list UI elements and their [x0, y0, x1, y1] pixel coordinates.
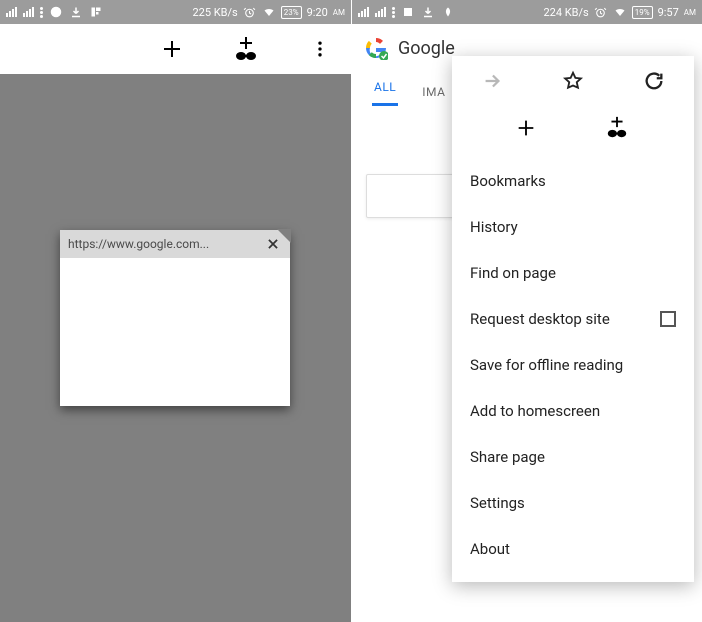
wifi-icon	[262, 5, 276, 19]
tab-images[interactable]: IMA	[422, 85, 445, 99]
signal-icon	[6, 7, 17, 17]
reload-button[interactable]	[640, 67, 668, 95]
signal-icon	[358, 7, 369, 17]
alarm-icon	[243, 5, 257, 19]
download-icon	[421, 5, 435, 19]
more-icon	[40, 7, 43, 18]
google-logo-icon	[364, 36, 388, 60]
menu-save-offline[interactable]: Save for offline reading	[452, 342, 694, 388]
status-bar-left: 225 KB/s 23% 9:20 AM	[0, 0, 351, 24]
overflow-menu-button[interactable]	[303, 39, 337, 59]
page-title: Google	[398, 38, 455, 59]
clock-time: 9:57	[658, 6, 679, 19]
menu-find-on-page[interactable]: Find on page	[452, 250, 694, 296]
new-tab-button[interactable]	[155, 37, 189, 61]
bookmark-star-button[interactable]	[559, 67, 587, 95]
battery-icon: 19%	[632, 6, 653, 19]
forward-button[interactable]	[478, 67, 506, 95]
signal-icon	[375, 7, 386, 17]
signal-icon	[23, 7, 34, 17]
menu-share-page[interactable]: Share page	[452, 434, 694, 480]
status-bar-right: 224 KB/s 19% 9:57 AM	[352, 0, 702, 24]
battery-icon: 23%	[281, 6, 302, 19]
new-incognito-button[interactable]	[229, 36, 263, 62]
net-speed: 224 KB/s	[543, 6, 588, 19]
clock-ampm: AM	[684, 8, 696, 17]
flipboard-icon	[89, 5, 103, 19]
more-icon	[392, 7, 395, 18]
menu-history[interactable]: History	[452, 204, 694, 250]
net-speed: 225 KB/s	[192, 6, 237, 19]
wifi-icon	[613, 5, 627, 19]
menu-about[interactable]: About	[452, 526, 694, 572]
tab-url: https://www.google.com...	[68, 237, 264, 251]
menu-settings[interactable]: Settings	[452, 480, 694, 526]
overflow-menu: Bookmarks History Find on page Request d…	[452, 56, 694, 582]
desktop-site-checkbox[interactable]	[660, 311, 676, 327]
alarm-icon	[594, 5, 608, 19]
new-tab-button[interactable]	[515, 117, 537, 143]
toolbar-left	[0, 24, 351, 74]
new-incognito-button[interactable]	[603, 116, 631, 144]
leaf-icon	[441, 5, 455, 19]
chat-icon	[49, 5, 63, 19]
app-icon	[401, 5, 415, 19]
tab-all[interactable]: ALL	[374, 80, 396, 104]
download-icon	[69, 5, 83, 19]
tab-card[interactable]: https://www.google.com...	[60, 230, 290, 406]
menu-bookmarks[interactable]: Bookmarks	[452, 158, 694, 204]
menu-add-homescreen[interactable]: Add to homescreen	[452, 388, 694, 434]
clock-ampm: AM	[333, 8, 345, 17]
tab-switcher-area[interactable]: https://www.google.com...	[0, 74, 351, 622]
right-screenshot: 224 KB/s 19% 9:57 AM Google ALL IMA हिन्…	[351, 0, 702, 622]
left-screenshot: 225 KB/s 23% 9:20 AM https://www.g	[0, 0, 351, 622]
menu-request-desktop[interactable]: Request desktop site	[452, 296, 694, 342]
clock-time: 9:20	[307, 6, 328, 19]
